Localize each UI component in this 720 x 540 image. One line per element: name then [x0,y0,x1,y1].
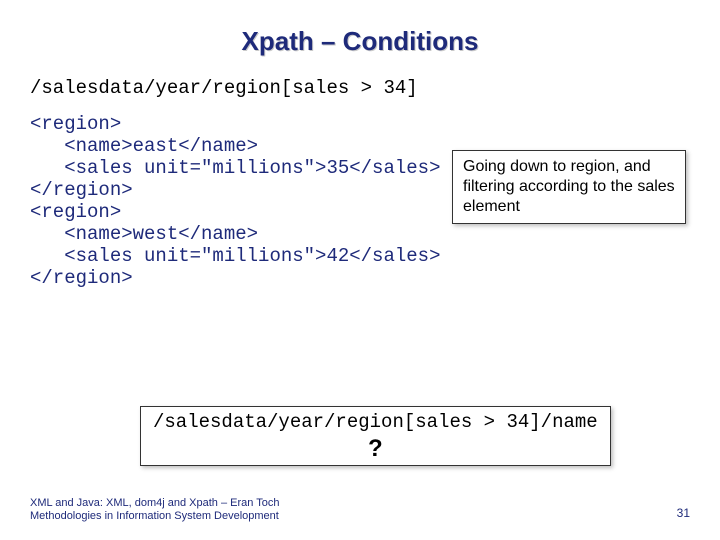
footer: XML and Java: XML, dom4j and Xpath – Era… [30,497,279,525]
callout-text: Going down to region, and filtering acco… [463,158,675,215]
slide: Xpath – Conditions /salesdata/year/regio… [0,0,720,540]
xpath-query: /salesdata/year/region[sales > 34] [30,77,690,99]
callout-box-filter: Going down to region, and filtering acco… [452,150,686,224]
question-mark: ? [153,435,598,463]
xml-line: <name>west</name> [30,223,690,245]
page-number: 31 [677,506,690,520]
callout-box-query: /salesdata/year/region[sales > 34]/name … [140,406,611,466]
page-title: Xpath – Conditions [30,26,690,57]
footer-line-1: XML and Java: XML, dom4j and Xpath – Era… [30,497,279,511]
footer-line-2: Methodologies in Information System Deve… [30,510,279,524]
xml-line: </region> [30,267,690,289]
xml-line: <region> [30,113,690,135]
callout-query-text: /salesdata/year/region[sales > 34]/name [153,411,598,433]
xml-line: <sales unit="millions">42</sales> [30,245,690,267]
